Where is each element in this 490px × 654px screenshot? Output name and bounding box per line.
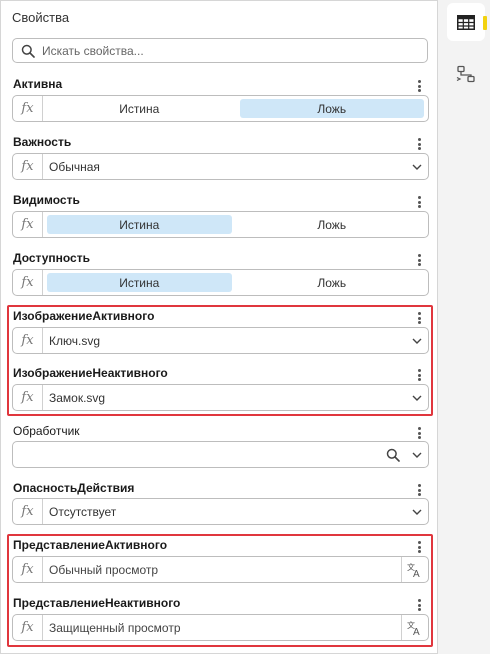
chevron-down-icon[interactable] [406, 442, 428, 467]
search-placeholder: Искать свойства... [42, 43, 144, 58]
fx-button[interactable]: fx [13, 615, 43, 640]
option-true[interactable]: Истина [47, 99, 232, 118]
search-input[interactable]: Искать свойства... [12, 38, 428, 63]
active-image-value: Ключ.svg [49, 333, 100, 348]
kebab-menu-icon[interactable] [415, 483, 423, 497]
prop-label-active-view: ПредставлениеАктивного [13, 538, 168, 552]
active-tab-indicator [483, 16, 487, 30]
kebab-menu-icon[interactable] [415, 311, 423, 325]
fx-button[interactable]: fx [13, 96, 43, 121]
option-false[interactable]: Ложь [240, 273, 425, 292]
translate-icon[interactable]: 文 A [401, 557, 428, 582]
prop-label-active: Активна [13, 77, 63, 91]
flow-diagram-icon [456, 65, 475, 83]
fx-button[interactable]: fx [13, 557, 43, 582]
inactive-image-value: Замок.svg [49, 390, 106, 405]
panel-title: Свойства [12, 10, 70, 25]
side-tab-bar [442, 0, 490, 654]
inactive-view-value[interactable]: Защищенный просмотр [43, 615, 401, 640]
accessibility-toggle: fx Истина Ложь [12, 269, 429, 296]
option-true[interactable]: Истина [47, 273, 232, 292]
active-view-input[interactable]: fx Обычный просмотр 文 A [12, 556, 429, 583]
active-toggle: fx Истина Ложь [12, 95, 429, 122]
kebab-menu-icon[interactable] [415, 79, 423, 93]
kebab-menu-icon[interactable] [415, 137, 423, 151]
translate-icon[interactable]: 文 A [401, 615, 428, 640]
fx-button[interactable]: fx [13, 328, 43, 353]
importance-select[interactable]: fx Обычная [12, 153, 429, 180]
handler-value [13, 442, 380, 467]
prop-label-importance: Важность [13, 135, 72, 149]
prop-label-handler: Обработчик [13, 424, 80, 438]
table-icon [457, 14, 475, 30]
kebab-menu-icon[interactable] [415, 426, 423, 440]
chevron-down-icon[interactable] [406, 328, 428, 353]
chevron-down-icon[interactable] [406, 385, 428, 410]
prop-label-action-danger: ОпасностьДействия [13, 481, 135, 495]
prop-label-visibility: Видимость [13, 193, 80, 207]
visibility-toggle: fx Истина Ложь [12, 211, 429, 238]
action-danger-value: Отсутствует [49, 504, 117, 519]
fx-button[interactable]: fx [13, 385, 43, 410]
fx-button[interactable]: fx [13, 499, 43, 524]
option-false[interactable]: Ложь [239, 99, 424, 118]
search-icon [21, 44, 35, 58]
action-danger-select[interactable]: fx Отсутствует [12, 498, 429, 525]
prop-label-active-image: ИзображениеАктивного [13, 309, 155, 323]
prop-label-accessibility: Доступность [13, 251, 90, 265]
svg-text:A: A [413, 569, 420, 578]
kebab-menu-icon[interactable] [415, 195, 423, 209]
tab-structure[interactable] [447, 55, 485, 93]
inactive-image-select[interactable]: fx Замок.svg [12, 384, 429, 411]
chevron-down-icon[interactable] [406, 499, 428, 524]
inactive-view-input[interactable]: fx Защищенный просмотр 文 A [12, 614, 429, 641]
handler-lookup[interactable] [12, 441, 429, 468]
option-false[interactable]: Ложь [240, 215, 425, 234]
fx-button[interactable]: fx [13, 154, 43, 179]
properties-panel: Свойства Искать свойства... Активна fx И… [0, 0, 438, 654]
kebab-menu-icon[interactable] [415, 540, 423, 554]
option-true[interactable]: Истина [47, 215, 232, 234]
kebab-menu-icon[interactable] [415, 598, 423, 612]
prop-label-inactive-view: ПредставлениеНеактивного [13, 596, 181, 610]
importance-value: Обычная [49, 159, 100, 174]
active-image-select[interactable]: fx Ключ.svg [12, 327, 429, 354]
chevron-down-icon[interactable] [406, 154, 428, 179]
prop-label-inactive-image: ИзображениеНеактивного [13, 366, 168, 380]
search-icon[interactable] [380, 442, 406, 467]
tab-properties[interactable] [447, 3, 487, 41]
svg-text:A: A [413, 627, 420, 636]
fx-button[interactable]: fx [13, 212, 43, 237]
active-view-value[interactable]: Обычный просмотр [43, 557, 401, 582]
fx-button[interactable]: fx [13, 270, 43, 295]
kebab-menu-icon[interactable] [415, 253, 423, 267]
kebab-menu-icon[interactable] [415, 368, 423, 382]
